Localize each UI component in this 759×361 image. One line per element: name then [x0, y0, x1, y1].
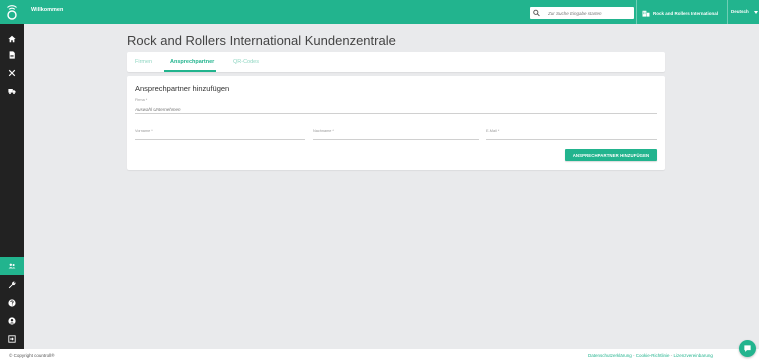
copyright-text: © Copyright countroll® [9, 353, 55, 358]
footer-links: Datenschutzerklärung - Cookie-Richtlinie… [588, 353, 713, 358]
sidebar-item-settings[interactable] [0, 276, 24, 294]
app-logo[interactable] [0, 0, 24, 24]
form-title: Ansprechpartner hinzufügen [135, 84, 230, 93]
sidebar-item-account[interactable] [0, 312, 24, 330]
chat-icon [744, 345, 751, 352]
logo-icon [7, 5, 17, 20]
privacy-link[interactable]: Datenschutzerklärung [588, 353, 632, 358]
search-box[interactable] [530, 7, 634, 19]
email-field[interactable] [486, 131, 657, 140]
search-input[interactable] [542, 7, 632, 19]
chat-button[interactable] [739, 340, 756, 357]
divider [727, 0, 728, 24]
add-contact-button[interactable]: ANSPRECHPARTNER HINZUFÜGEN [565, 149, 657, 161]
sidebar-item-contacts[interactable] [0, 257, 24, 275]
license-link[interactable]: Lizenzvereinbarung [674, 353, 713, 358]
active-tab-indicator [164, 70, 216, 72]
tab-ansprechpartner[interactable]: Ansprechpartner [170, 59, 214, 65]
cookie-link[interactable]: Cookie-Richtlinie [636, 353, 670, 358]
sidebar [0, 0, 24, 349]
tab-bar: Firmen Ansprechpartner QR-Codes [127, 52, 665, 72]
firma-select[interactable] [135, 105, 657, 114]
tools-icon [8, 69, 16, 77]
footer: © Copyright countroll® Datenschutzerklär… [0, 349, 759, 361]
sidebar-item-tools[interactable] [0, 64, 24, 82]
account-icon [8, 317, 16, 325]
company-name: Rock and Rollers International [653, 10, 719, 16]
welcome-text: Willkommen [31, 7, 64, 13]
language-select[interactable]: Deutsch [731, 9, 749, 14]
building-icon [642, 10, 650, 17]
users-icon [8, 263, 16, 269]
sidebar-item-delivery[interactable] [0, 82, 24, 100]
company-switcher[interactable]: Rock and Rollers International [642, 8, 718, 18]
home-icon [8, 35, 16, 43]
tab-firmen[interactable]: Firmen [135, 59, 152, 65]
search-icon [533, 9, 540, 17]
truck-icon [8, 89, 16, 95]
tab-qr-codes[interactable]: QR-Codes [233, 59, 259, 65]
wrench-icon [8, 281, 16, 289]
sidebar-item-logout[interactable] [0, 330, 24, 348]
add-contact-form: Ansprechpartner hinzufügen Firma * Vorna… [127, 76, 665, 170]
page-title: Rock and Rollers International Kundenzen… [127, 33, 396, 48]
firma-label: Firma * [135, 98, 148, 102]
sidebar-item-help[interactable] [0, 294, 24, 312]
document-icon [9, 51, 15, 59]
divider [636, 0, 637, 24]
logout-icon [8, 335, 16, 343]
nachname-field[interactable] [313, 131, 479, 140]
help-icon [8, 299, 16, 307]
chevron-down-icon[interactable] [754, 11, 758, 14]
top-bar: Willkommen Rock and Rollers Internationa… [0, 0, 759, 24]
vorname-field[interactable] [135, 131, 305, 140]
sidebar-item-documents[interactable] [0, 46, 24, 64]
